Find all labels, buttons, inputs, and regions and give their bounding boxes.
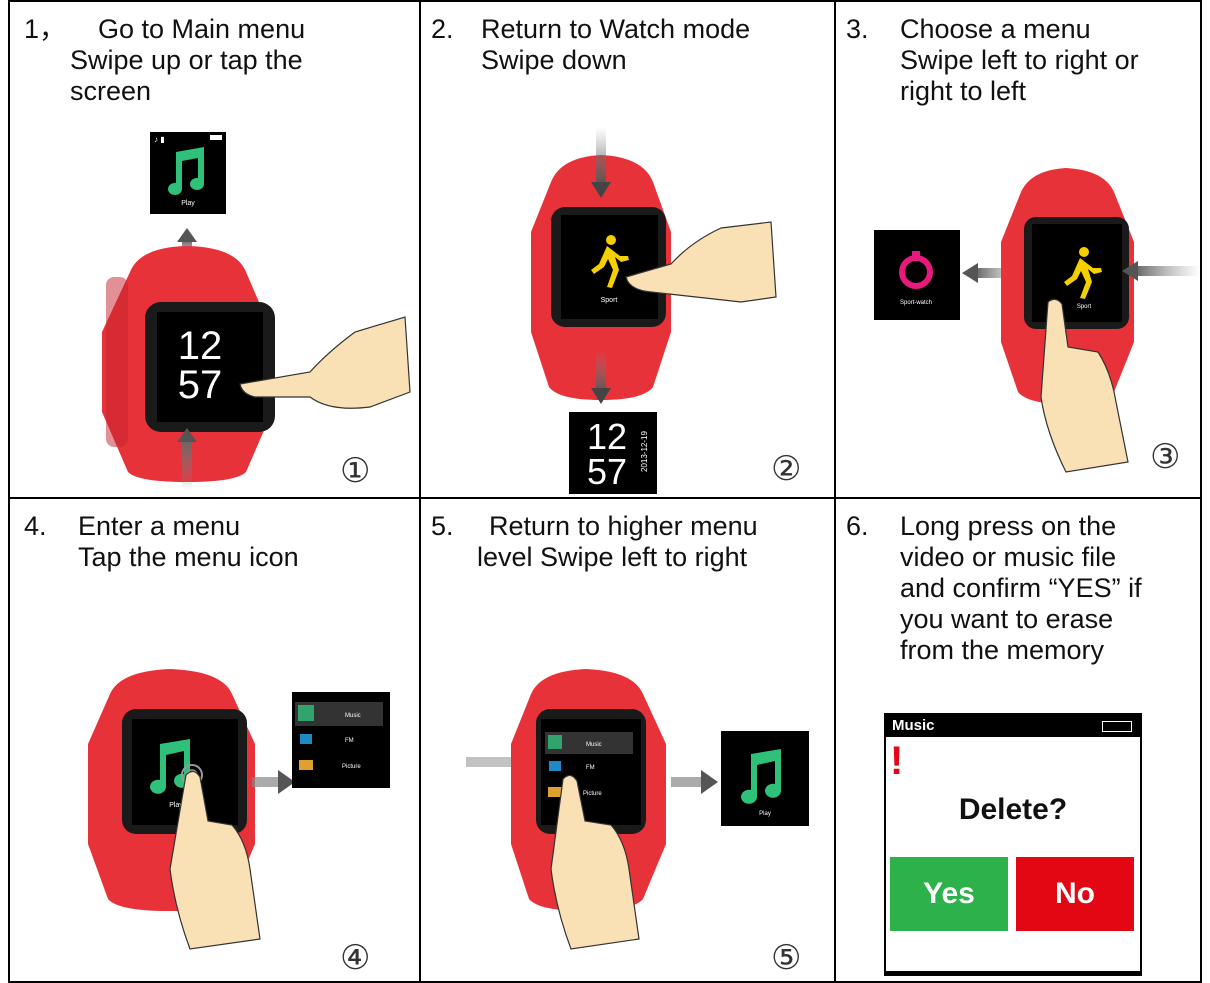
play-label-5: Play: [759, 811, 771, 817]
step-cell-3: 3. Choose a menu Swipe left to right or …: [836, 2, 1200, 497]
step-6-line-4: you want to erase: [900, 604, 1114, 634]
step-4-badge: ④: [340, 939, 371, 977]
step-cell-6: 6. Long press on the video or music file…: [836, 499, 1200, 981]
preview-play-label: Play: [181, 200, 195, 207]
menu-item-picture-5: Picture: [583, 791, 602, 797]
step-cell-2: 2. Return to Watch mode Swipe down Sport…: [421, 2, 834, 497]
step-6-line-2: video or music file: [900, 542, 1117, 572]
step-2-illustration: Sport 12 57 2013-12-19: [531, 127, 777, 494]
step-6-line-5: from the memory: [900, 635, 1105, 665]
step-6-line-1: Long press on the: [900, 511, 1117, 541]
menu-item-fm-5: FM: [586, 765, 595, 771]
dialog-title: Music: [892, 717, 935, 734]
step-5-illustration: Music FM Picture Play: [466, 669, 809, 950]
step-5-badge: ⑤: [771, 939, 802, 977]
no-button[interactable]: No: [1016, 857, 1134, 931]
yes-button[interactable]: Yes: [890, 857, 1008, 931]
menu-item-picture: Picture: [342, 764, 361, 770]
svg-text:♪ ▮: ♪ ▮: [154, 135, 165, 144]
watch-minutes: 57: [178, 363, 223, 407]
battery-icon: [1102, 721, 1132, 732]
step-cell-1: 1， Go to Main menu Swipe up or tap the s…: [10, 2, 419, 497]
delete-dialog: Music ! Delete? Yes No: [884, 713, 1142, 976]
sport-label: Sport: [601, 297, 618, 304]
step-2-badge: ②: [771, 450, 802, 488]
preview-date: 2013-12-19: [640, 431, 649, 472]
step-3-badge: ③: [1150, 438, 1181, 476]
sportwatch-label: Sport-watch: [900, 300, 932, 306]
step-4-illustration: Play Music FM Picture: [88, 669, 390, 950]
menu-list-screen: Music FM Picture: [292, 692, 390, 788]
step-6-line-3: and confirm “YES” if: [900, 573, 1142, 603]
delete-question: Delete?: [958, 793, 1068, 826]
step-cell-5: 5. Return to higher menu level Swipe lef…: [421, 499, 834, 981]
watch-hours: 12: [178, 324, 223, 368]
step-6-number: 6.: [846, 511, 869, 541]
instruction-grid: 1， Go to Main menu Swipe up or tap the s…: [8, 0, 1202, 983]
preview-minutes: 57: [587, 451, 627, 492]
grid-line-right: [1200, 0, 1202, 983]
step-cell-4: 4. Enter a menu Tap the menu icon Play M…: [10, 499, 419, 981]
menu-item-fm: FM: [345, 738, 354, 744]
menu-item-music-5: Music: [586, 742, 602, 748]
step-1-badge: ①: [340, 452, 371, 490]
warning-icon: !: [890, 739, 904, 783]
menu-item-music: Music: [345, 713, 361, 719]
sport-label-3: Sport: [1077, 304, 1092, 310]
step-3-illustration: Sport-watch Sport: [874, 168, 1200, 473]
step-1-illustration: ♪ ▮ Play 12 57: [102, 132, 411, 490]
dialog-titlebar: Music: [886, 715, 1140, 737]
